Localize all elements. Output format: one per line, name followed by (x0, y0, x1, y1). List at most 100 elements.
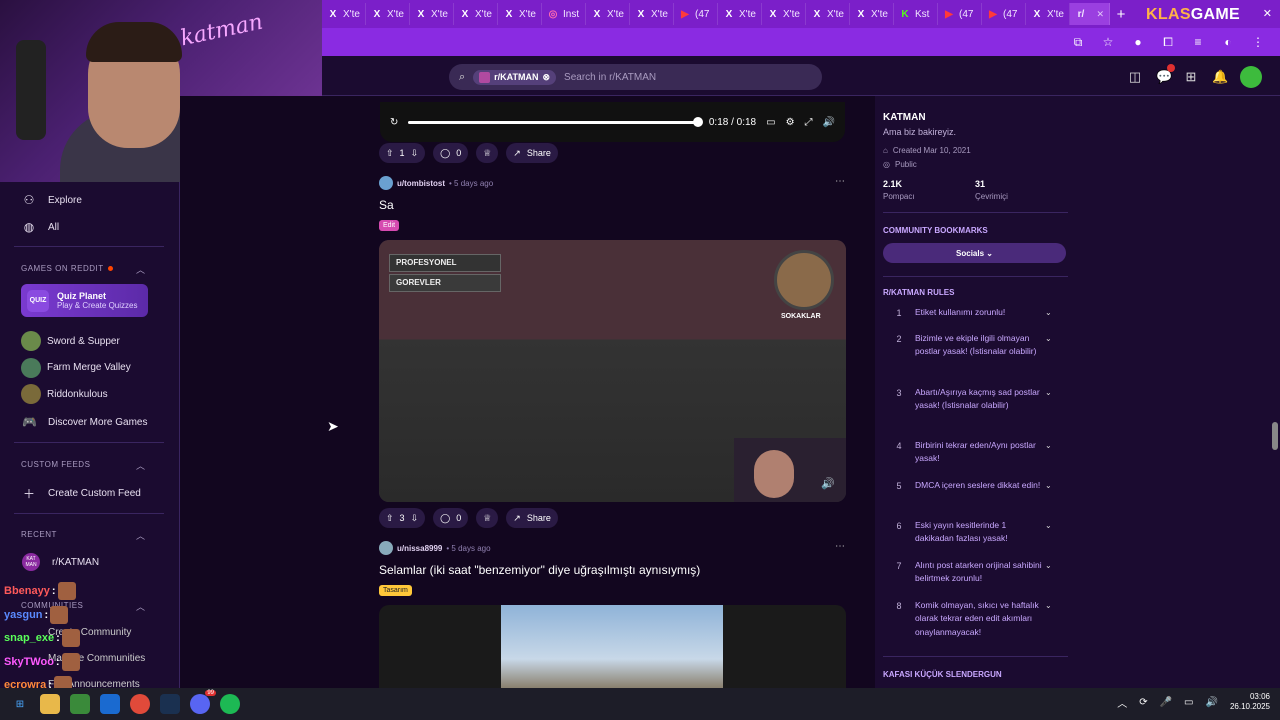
notifications-bell-icon[interactable]: 🔔 (1212, 69, 1228, 85)
share-button[interactable]: ↗ Share (506, 508, 558, 528)
progress-knob[interactable] (692, 116, 703, 127)
award-button[interactable]: ♕ (476, 143, 499, 163)
post-author[interactable]: u/tombistost (397, 179, 445, 188)
custom-feeds-header[interactable]: CUSTOM FEEDS (21, 460, 90, 469)
close-icon[interactable]: ✕ (1096, 9, 1104, 20)
replay-icon[interactable]: ↻ (390, 117, 398, 128)
extension-icon[interactable]: ● (1130, 35, 1146, 49)
clear-scope-icon[interactable]: ⊗ (543, 72, 551, 83)
post-flair[interactable]: Edit (379, 220, 400, 231)
rule-item[interactable]: 3 Abartı/Aşırıya kaçmış sad postlar yasak… (883, 386, 1068, 413)
rule-item[interactable]: 2 Bizimle ve ekiple ilgili olmayan postla… (883, 332, 1068, 359)
user-avatar[interactable] (379, 176, 393, 190)
volume-icon[interactable]: 🔊 (823, 117, 835, 128)
browser-tab[interactable]: X X'te (366, 3, 410, 25)
browser-tab[interactable]: X X'te (1026, 3, 1070, 25)
rule-item[interactable]: 1 Etiket kullanımı zorunlu! ⌄ (883, 306, 1068, 319)
chevron-up-icon[interactable]: ︿ (1117, 695, 1127, 710)
more-options-icon[interactable]: ⋯ (835, 541, 845, 552)
close-window-icon[interactable]: ✕ (1263, 7, 1272, 20)
rule-item[interactable]: 4 Birbirini tekrar eden/Aynı postlar yasa… (883, 439, 1068, 466)
chevron-up-icon[interactable]: ︿ (136, 263, 145, 276)
browser-tab-active[interactable]: r/ ✕ (1070, 3, 1110, 25)
chevron-up-icon[interactable]: ︿ (136, 600, 145, 613)
user-avatar[interactable] (1240, 66, 1262, 88)
game-item[interactable]: Farm Merge Valley (21, 357, 131, 378)
post-title[interactable]: Sa (379, 198, 394, 212)
chevron-down-icon[interactable]: ⌄ (1045, 519, 1052, 546)
game-item[interactable]: Riddonkulous (21, 384, 108, 404)
recent-header[interactable]: RECENT (21, 530, 57, 539)
browser-tab[interactable]: X X'te (630, 3, 674, 25)
socials-dropdown[interactable]: Socials ⌄ (883, 243, 1066, 263)
browser-tab[interactable]: X X'te (806, 3, 850, 25)
browser-tab[interactable]: X X'te (454, 3, 498, 25)
upvote-icon[interactable]: ⇧ (386, 513, 394, 524)
captions-icon[interactable]: ▭ (766, 117, 775, 128)
profile-icon[interactable]: ◐ (1220, 35, 1236, 49)
browser-tab[interactable]: X X'te (586, 3, 630, 25)
new-tab-button[interactable]: + (1110, 3, 1132, 25)
clock[interactable]: 03:06 26.10.2025 (1230, 692, 1270, 712)
rule-item[interactable]: 5 DMCA içeren seslere dikkat edin! ⌄ (883, 479, 1068, 492)
browser-tab[interactable]: X X'te (850, 3, 894, 25)
create-custom-feed[interactable]: ＋ Create Custom Feed (22, 485, 141, 502)
volume-icon[interactable]: 🔊 (1206, 697, 1218, 708)
create-post-icon[interactable]: ⊞ (1184, 69, 1198, 85)
browser-tab[interactable]: ◎ Inst (542, 3, 586, 25)
downvote-icon[interactable]: ⇩ (411, 148, 419, 159)
post-video[interactable]: PROFESYONEL GOREVLER SOKAKLAR 🔊 (379, 240, 846, 502)
vote-control[interactable]: ⇧ 1 ⇩ (379, 143, 426, 163)
chevron-down-icon[interactable]: ⌄ (1045, 332, 1052, 359)
chevron-down-icon[interactable]: ⌄ (1045, 599, 1052, 639)
comments-button[interactable]: ◯ 0 (433, 143, 469, 163)
browser-tab[interactable]: X X'te (762, 3, 806, 25)
post-title[interactable]: Selamlar (iki saat "benzemiyor" diye uğr… (379, 563, 700, 577)
puzzle-icon[interactable]: ⧠ (1160, 35, 1176, 50)
downvote-icon[interactable]: ⇩ (411, 513, 419, 524)
browser-tab[interactable]: X X'te (410, 3, 454, 25)
sidebar-item-explore[interactable]: ⚇ Explore (22, 193, 82, 207)
chat-icon[interactable]: 💬 (1156, 64, 1175, 85)
award-button[interactable]: ♕ (476, 508, 499, 528)
quiz-planet-card[interactable]: QUIZ Quiz Planet Play & Create Quizzes (21, 284, 148, 317)
fullscreen-icon[interactable]: ⤢ (805, 117, 813, 128)
browser-tab[interactable]: X X'te (718, 3, 762, 25)
post-author[interactable]: u/nissa8999 (397, 544, 442, 553)
volume-icon[interactable]: 🔊 (821, 477, 835, 490)
chevron-up-icon[interactable]: ︿ (136, 459, 145, 472)
spotify-icon[interactable] (220, 694, 240, 714)
browser-tab[interactable]: ▶ (47 (982, 3, 1026, 25)
upvote-icon[interactable]: ⇧ (386, 148, 394, 159)
game-item[interactable]: Sword & Supper (21, 331, 120, 351)
settings-gear-icon[interactable]: ⚙ (786, 117, 795, 128)
search-scope-chip[interactable]: r/KATMAN ⊗ (473, 69, 557, 85)
advertise-icon[interactable]: ◫ (1128, 69, 1142, 85)
chrome-icon[interactable] (130, 694, 150, 714)
chevron-down-icon[interactable]: ⌄ (1045, 479, 1052, 492)
rule-item[interactable]: 6 Eski yayın kesitlerinde 1 dakikadan faz… (883, 519, 1068, 546)
browser-tab[interactable]: X X'te (498, 3, 542, 25)
steam-icon[interactable] (160, 694, 180, 714)
browser-tab[interactable]: X X'te (322, 3, 366, 25)
chevron-down-icon[interactable]: ⌄ (1045, 386, 1052, 413)
chevron-up-icon[interactable]: ︿ (136, 529, 145, 542)
discord-icon[interactable]: 99 (190, 690, 216, 714)
rule-item[interactable]: 7 Alıntı post atarken orijinal sahibini b… (883, 559, 1068, 586)
outlook-icon[interactable] (100, 694, 120, 714)
user-avatar[interactable] (379, 541, 393, 555)
windows-start-icon[interactable]: ⊞ (10, 694, 30, 714)
store-icon[interactable] (70, 694, 90, 714)
file-explorer-icon[interactable] (40, 694, 60, 714)
post-image[interactable] (379, 605, 846, 688)
vote-control[interactable]: ⇧ 3 ⇩ (379, 508, 426, 528)
post-flair[interactable]: Tasarım (379, 585, 412, 596)
scrollbar-thumb[interactable] (1272, 422, 1278, 450)
menu-icon[interactable]: ⋮ (1250, 35, 1266, 49)
media-icon[interactable]: ≡ (1190, 35, 1206, 49)
more-options-icon[interactable]: ⋯ (835, 176, 845, 187)
browser-tab[interactable]: K Kst (894, 3, 938, 25)
network-icon[interactable]: ▭ (1184, 697, 1193, 708)
sidebar-item-all[interactable]: ◍ All (22, 220, 59, 234)
install-icon[interactable]: ⧉ (1070, 35, 1086, 50)
